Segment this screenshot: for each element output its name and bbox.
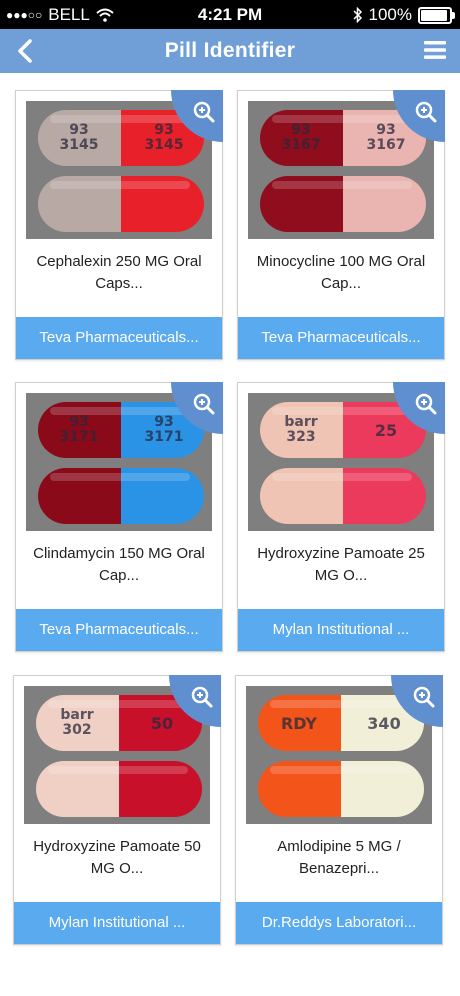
pill-card[interactable]: 93 3171 93 3171 Clindamycin 150 MG Oral Cap.… (15, 382, 223, 652)
status-bar: ●●●○○ BELL 4:21 PM 100% (0, 0, 460, 29)
imprint-left: RDY (281, 714, 317, 733)
battery-icon (418, 6, 455, 24)
zoom-in-icon[interactable] (393, 382, 445, 434)
zoom-in-icon[interactable] (171, 90, 223, 142)
pill-name: Cephalexin 250 MG Oral Caps... (36, 253, 202, 292)
imprint-left: barr 302 (60, 707, 93, 738)
zoom-in-icon[interactable] (393, 90, 445, 142)
pill-card[interactable]: 93 3145 93 3145 Cephalexin 250 MG Oral Caps.… (15, 90, 223, 360)
imprint-left: barr 323 (284, 414, 317, 445)
zoom-in-icon[interactable] (171, 382, 223, 434)
pill-name: Minocycline 100 MG Oral Cap... (256, 253, 426, 292)
pill-card[interactable]: RDY 340 Amlodipine 5 MG / Benazepri... Dr.R… (235, 675, 443, 945)
manufacturer-bar[interactable]: Mylan Institutional ... (14, 902, 220, 944)
zoom-in-icon[interactable] (391, 675, 443, 727)
bluetooth-icon (352, 7, 362, 23)
nav-bar: Pill Identifier (0, 29, 460, 73)
manufacturer-bar[interactable]: Dr.Reddys Laboratori... (236, 902, 442, 944)
page-title: Pill Identifier (164, 39, 296, 62)
pill-card[interactable]: barr 323 25 Hydroxyzine Pamoate 25 MG O... M… (237, 382, 445, 652)
pill-name: Amlodipine 5 MG / Benazepri... (277, 838, 401, 877)
hamburger-menu-icon[interactable] (424, 40, 446, 60)
pill-card[interactable]: 93 3167 93 3167 Minocycline 100 MG Oral Cap.… (237, 90, 445, 360)
pill-name: Clindamycin 150 MG Oral Cap... (33, 545, 205, 584)
manufacturer-bar[interactable]: Mylan Institutional ... (238, 609, 444, 651)
status-right: 100% (352, 5, 455, 25)
pill-name: Hydroxyzine Pamoate 25 MG O... (257, 545, 425, 584)
pill-card[interactable]: barr 302 50 Hydroxyzine Pamoate 50 MG O... M… (13, 675, 221, 945)
battery-percent: 100% (368, 5, 412, 24)
manufacturer-bar[interactable]: Teva Pharmaceuticals... (16, 317, 222, 359)
battery-fill (421, 9, 447, 21)
manufacturer-bar[interactable]: Teva Pharmaceuticals... (238, 317, 444, 359)
manufacturer-bar[interactable]: Teva Pharmaceuticals... (16, 609, 222, 651)
zoom-in-icon[interactable] (169, 675, 221, 727)
pill-name: Hydroxyzine Pamoate 50 MG O... (33, 838, 201, 877)
